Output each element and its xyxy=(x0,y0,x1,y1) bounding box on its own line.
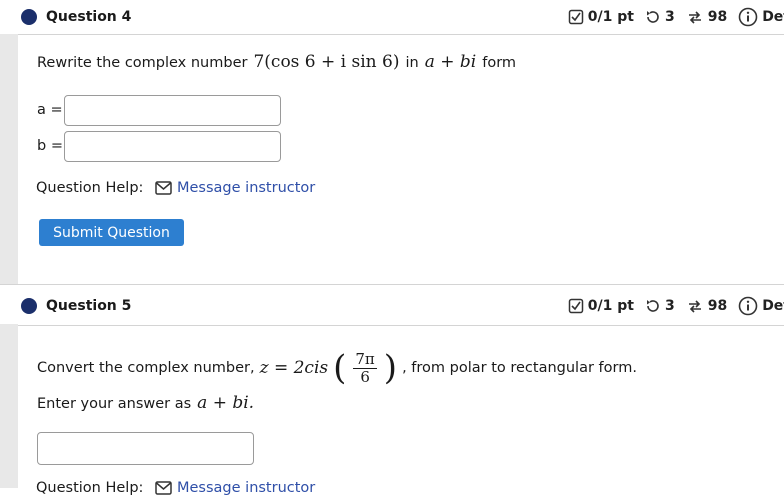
question-5-title: Question 5 xyxy=(46,298,132,314)
question-5-side-band xyxy=(0,324,18,488)
question-4-bullet xyxy=(21,9,37,25)
details-text: Det xyxy=(762,9,784,25)
versions-icon xyxy=(688,300,701,313)
answer-input[interactable] xyxy=(37,432,254,465)
question-separator xyxy=(0,284,784,285)
question-4-header: Question 4 0/1 pt 3 98 Det xyxy=(0,0,784,34)
envelope-icon xyxy=(155,481,172,495)
attempts-group: 3 xyxy=(645,298,675,314)
retry-icon xyxy=(646,11,659,23)
versions-icon xyxy=(688,11,701,24)
retry-icon xyxy=(646,300,659,312)
submit-question-button[interactable]: Submit Question xyxy=(39,219,184,246)
question-4-divider xyxy=(18,34,784,35)
fraction-denominator: 6 xyxy=(360,367,370,386)
attempts-text: 3 xyxy=(664,298,675,314)
question-5-divider xyxy=(18,325,784,326)
message-instructor-text: Message instructor xyxy=(177,180,316,196)
question-4-title: Question 4 xyxy=(46,9,132,25)
question-4-help-label: Question Help: xyxy=(36,180,144,196)
question-5-message-instructor-link[interactable]: Message instructor xyxy=(155,480,315,496)
attempts-group: 3 xyxy=(645,9,675,25)
details-group[interactable]: Det xyxy=(738,7,784,27)
question-5-help-label: Question Help: xyxy=(36,480,144,496)
score-text: 0/1 pt xyxy=(587,9,634,25)
left-paren: ( xyxy=(333,348,347,388)
score-group: 0/1 pt xyxy=(568,9,634,25)
checkbox-icon xyxy=(568,298,584,314)
right-paren: ) xyxy=(383,348,398,388)
instruction-math: a + bi. xyxy=(197,393,255,413)
checkbox-icon xyxy=(568,9,584,25)
versions-group: 98 xyxy=(686,298,727,314)
question-4-side-band xyxy=(0,34,18,284)
score-text: 0/1 pt xyxy=(587,298,634,314)
question-5-prompt: Convert the complex number, z = 2cis ( 7… xyxy=(37,343,637,393)
polar-lhs: z = 2cis xyxy=(259,358,329,378)
complex-expression: 7(cos 6 + i sin 6) xyxy=(253,52,400,72)
question-5-instruction: Enter your answer as a + bi. xyxy=(37,393,254,413)
angle-fraction: 7π 6 xyxy=(353,350,377,386)
question-4-message-instructor-link[interactable]: Message instructor xyxy=(155,180,315,196)
form-expression: a + bi xyxy=(424,52,477,72)
details-group[interactable]: Det xyxy=(738,296,784,316)
question-4-meta: 0/1 pt 3 98 Det xyxy=(562,7,784,27)
question-5-header: Question 5 0/1 pt 3 98 Det xyxy=(0,289,784,323)
message-instructor-text: Message instructor xyxy=(177,480,316,496)
info-icon xyxy=(738,296,758,316)
prompt-after: , from polar to rectangular form. xyxy=(402,360,637,376)
versions-text: 98 xyxy=(707,9,728,25)
versions-group: 98 xyxy=(686,9,727,25)
prompt-end: form xyxy=(482,55,517,71)
prompt-after: in xyxy=(405,55,419,71)
prompt-before: Convert the complex number, xyxy=(37,360,255,376)
field-a-input[interactable] xyxy=(64,95,281,126)
prompt-before: Rewrite the complex number xyxy=(37,55,248,71)
attempts-text: 3 xyxy=(664,9,675,25)
details-text: Det xyxy=(762,298,784,314)
question-5-meta: 0/1 pt 3 98 Det xyxy=(562,296,784,316)
score-group: 0/1 pt xyxy=(568,298,634,314)
field-b-input[interactable] xyxy=(64,131,281,162)
info-icon xyxy=(738,7,758,27)
field-a-label: a = xyxy=(37,102,63,118)
question-4-prompt: Rewrite the complex number 7(cos 6 + i s… xyxy=(37,52,516,72)
versions-text: 98 xyxy=(707,298,728,314)
envelope-icon xyxy=(155,181,172,195)
question-5-bullet xyxy=(21,298,37,314)
field-b-label: b = xyxy=(37,138,63,154)
instruction-text: Enter your answer as xyxy=(37,396,192,412)
fraction-numerator: 7π xyxy=(353,350,377,369)
